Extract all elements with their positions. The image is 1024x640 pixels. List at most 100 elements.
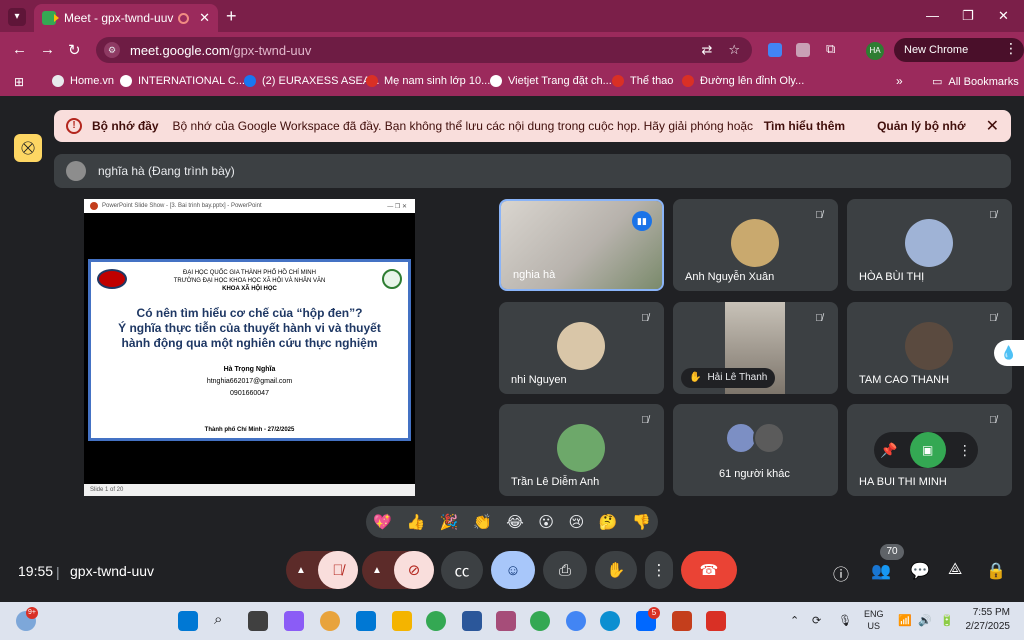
bookmark-item[interactable]: INTERNATIONAL C...	[120, 75, 245, 87]
participant-tile[interactable]: 🎙̸ Anh Nguyễn Xuân	[673, 199, 838, 291]
bookmark-item[interactable]: Đường lên đỉnh Oly...	[682, 75, 804, 87]
tab-meet[interactable]: Meet - gpx-twnd-uuv ✕	[34, 4, 218, 32]
reaction-surprised-icon[interactable]: 😮	[538, 513, 554, 531]
tray-mic-icon[interactable]: 🎙	[838, 614, 852, 627]
extension-icon[interactable]	[796, 43, 810, 57]
storage-full-banner: ! Bộ nhớ đầy Bộ nhớ của Google Workspace…	[54, 110, 1011, 142]
tray-chevron-icon[interactable]: ⌃	[790, 614, 799, 627]
tray-sync-icon[interactable]: ⟳	[812, 614, 821, 627]
present-button[interactable]: ⎙	[543, 551, 587, 589]
assistant-droplet-icon[interactable]: 💧	[994, 340, 1024, 366]
reaction-clap-icon[interactable]: 👏	[473, 513, 492, 531]
new-tab-button[interactable]: +	[226, 6, 237, 27]
reaction-thumbs-down-icon[interactable]: 👎	[632, 513, 651, 531]
profile-avatar[interactable]: HA	[866, 42, 884, 60]
participant-tile[interactable]: ▮▮ nghia hà	[499, 199, 664, 291]
reaction-party-icon[interactable]: 🎉	[440, 513, 459, 531]
participant-tile[interactable]: 🎙̸ ✋ Hải Lê Thanh	[673, 302, 838, 394]
camera-options-chevron-icon[interactable]: ▲	[372, 565, 382, 576]
slide-uni-line: KHOA XÃ HỘI HỌC	[222, 286, 277, 292]
participant-tile[interactable]: 🎙̸ TAM CAO THANH	[847, 302, 1012, 394]
bookmark-item[interactable]: (2) EURAXESS ASEA...	[244, 75, 379, 87]
reload-icon[interactable]: ↻	[68, 41, 81, 59]
chrome-icon[interactable]	[426, 611, 446, 631]
emoji-button[interactable]: ☺	[491, 551, 535, 589]
chat-icon[interactable]: 💬	[910, 561, 930, 581]
forward-icon[interactable]: →	[40, 41, 55, 58]
volume-icon[interactable]: 🔊	[918, 614, 932, 627]
file-explorer-icon[interactable]	[392, 611, 412, 631]
all-bookmarks[interactable]: ▭ All Bookmarks	[932, 75, 1019, 89]
translate-icon[interactable]: ⇄	[701, 42, 712, 58]
slideshow-titlebar: PowerPoint Slide Show - [3. Bai trinh ba…	[84, 199, 415, 213]
leave-call-button[interactable]: ☎	[681, 551, 737, 589]
back-icon[interactable]: ←	[12, 41, 27, 58]
battery-icon[interactable]: 🔋	[940, 614, 954, 627]
reaction-sad-icon[interactable]: 😢	[569, 513, 585, 531]
site-info-icon[interactable]: ⚙	[104, 42, 120, 58]
manage-storage-link[interactable]: Quản lý bộ nhớ	[877, 119, 966, 133]
learn-more-link[interactable]: Tìm hiểu thêm	[764, 119, 845, 133]
mic-toggle-button[interactable]: 🎙̸	[318, 551, 358, 589]
edge-icon[interactable]	[600, 611, 620, 631]
more-options-icon[interactable]: ⋮	[958, 442, 972, 459]
extension-icon[interactable]	[768, 43, 782, 57]
minimize-icon[interactable]: —	[926, 8, 939, 23]
acrobat-icon[interactable]	[706, 611, 726, 631]
chrome-profile-icon[interactable]	[530, 611, 550, 631]
app-icon[interactable]	[320, 611, 340, 631]
bookmark-star-icon[interactable]: ☆	[728, 42, 740, 58]
extensions-puzzle-icon[interactable]: ⧉	[826, 41, 840, 56]
reaction-thinking-icon[interactable]: 🤔	[599, 513, 618, 531]
meeting-info-icon[interactable]: ⓘ	[833, 561, 849, 585]
start-windows-icon[interactable]	[178, 611, 198, 631]
bookmark-item[interactable]: Thể thao	[612, 75, 673, 87]
bookmarks-bar: ⊞ Home.vn INTERNATIONAL C... (2) EURAXES…	[0, 68, 1024, 96]
task-view-icon[interactable]	[248, 611, 268, 631]
address-bar[interactable]: ⚙ meet.google.com /gpx-twnd-uuv ⇄ ☆	[96, 37, 752, 63]
pin-icon[interactable]: 📌	[880, 442, 897, 459]
chrome-profile-icon[interactable]	[566, 611, 586, 631]
powerpoint-icon[interactable]	[672, 611, 692, 631]
people-icon[interactable]: 👥	[871, 561, 891, 581]
facebook-icon	[244, 75, 256, 87]
reaction-heart-icon[interactable]: 💖	[373, 513, 392, 531]
mic-options-chevron-icon[interactable]: ▲	[296, 565, 306, 576]
shared-screen[interactable]: PowerPoint Slide Show - [3. Bai trinh ba…	[84, 199, 415, 496]
host-controls-icon[interactable]: 🔒	[986, 561, 1006, 581]
no-recording-icon[interactable]: ⛒	[14, 134, 42, 162]
search-icon[interactable]: ⌕	[214, 611, 234, 631]
system-clock[interactable]: 7:55 PM 2/27/2025	[962, 606, 1011, 634]
more-options-button[interactable]: ⋮	[645, 551, 673, 589]
winrar-icon[interactable]	[496, 611, 516, 631]
activities-icon[interactable]: ⟁	[948, 561, 962, 579]
bookmark-item[interactable]: Mẹ nam sinh lớp 10...	[366, 75, 490, 87]
participant-tile[interactable]: 🎙̸ Trần Lê Diễm Anh	[499, 404, 664, 496]
language-indicator[interactable]: ENG US	[864, 608, 884, 632]
others-tile[interactable]: 61 người khác	[673, 404, 838, 496]
captions-button[interactable]: ㏄	[441, 551, 483, 589]
apps-grid-icon[interactable]: ⊞	[14, 75, 24, 89]
participant-tile[interactable]: 🎙̸ nhi Nguyen	[499, 302, 664, 394]
participant-tile[interactable]: 🎙̸ HÒA BÙI THỊ	[847, 199, 1012, 291]
copilot-icon[interactable]	[284, 611, 304, 631]
bookmark-item[interactable]: Home.vn	[52, 75, 114, 87]
close-banner-icon[interactable]: ✕	[986, 116, 999, 136]
chrome-menu-icon[interactable]: ⋮	[1004, 40, 1018, 57]
close-window-icon[interactable]: ✕	[998, 8, 1009, 24]
camera-toggle-button[interactable]: ⊘	[394, 551, 434, 589]
close-tab-icon[interactable]: ✕	[199, 10, 210, 26]
tab-search-button[interactable]: ▾	[8, 8, 26, 26]
reaction-thumbs-up-icon[interactable]: 👍	[407, 513, 426, 531]
banner-message: Bộ nhớ của Google Workspace đã đầy. Bạn …	[172, 119, 754, 133]
restore-icon[interactable]: ❐	[962, 8, 974, 24]
wifi-icon[interactable]: 📶	[898, 614, 912, 627]
more-bookmarks-icon[interactable]: »	[896, 74, 903, 88]
reaction-laugh-icon[interactable]: 😂	[506, 513, 524, 531]
frame-icon[interactable]: ▣	[909, 432, 946, 468]
speaking-indicator-icon: ▮▮	[632, 211, 652, 231]
bookmark-item[interactable]: Vietjet Trang đặt ch...	[490, 75, 612, 87]
outlook-icon[interactable]	[356, 611, 376, 631]
raise-hand-button[interactable]: ✋	[595, 551, 637, 589]
word-icon[interactable]	[462, 611, 482, 631]
